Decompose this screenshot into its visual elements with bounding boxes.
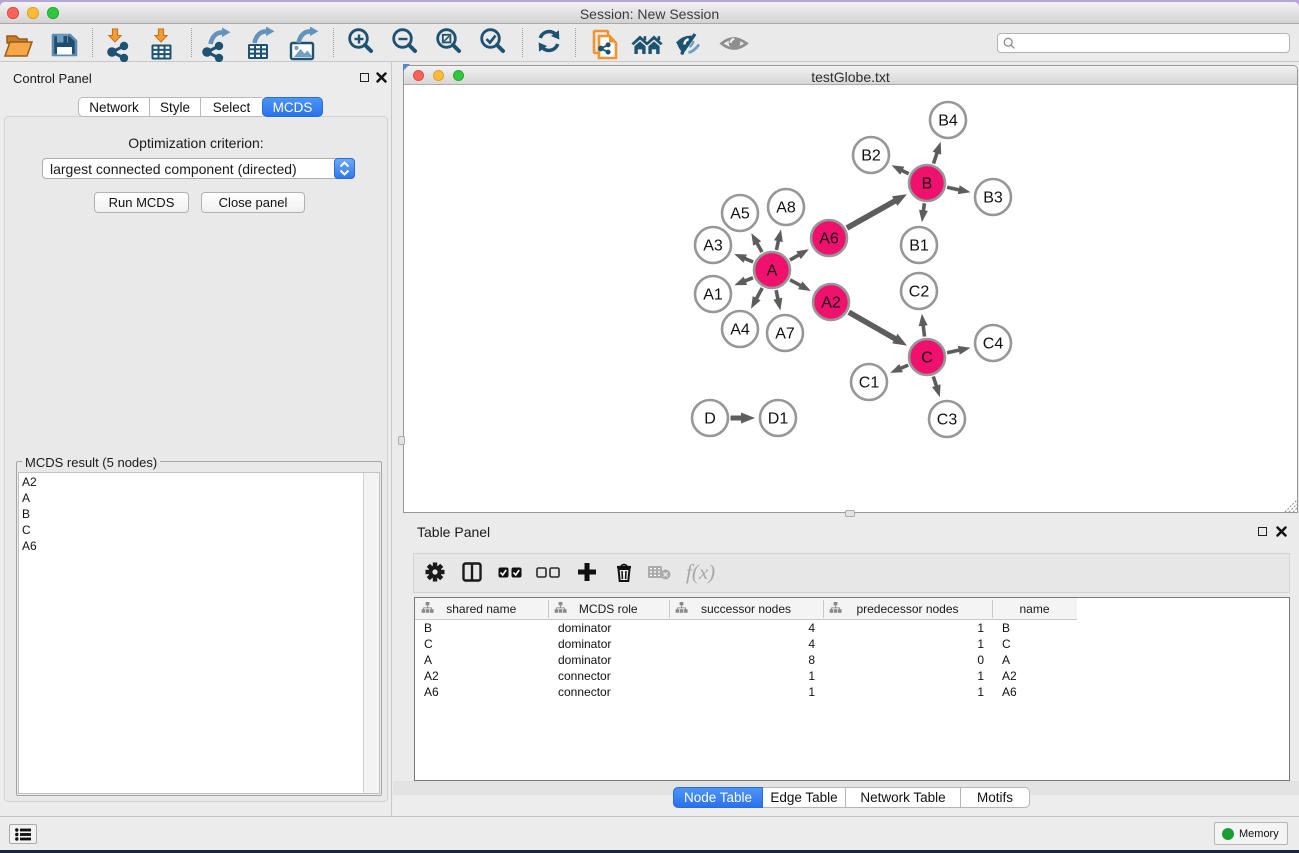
svg-text:A4: A4	[730, 322, 750, 339]
svg-text:C4: C4	[983, 336, 1004, 353]
svg-text:D1: D1	[768, 411, 789, 428]
svg-text:C2: C2	[909, 284, 930, 301]
svg-text:A8: A8	[776, 200, 796, 217]
svg-text:A5: A5	[730, 206, 750, 223]
svg-text:A: A	[767, 263, 778, 280]
svg-text:A3: A3	[703, 238, 723, 255]
svg-text:C3: C3	[937, 412, 958, 429]
svg-text:A6: A6	[819, 231, 839, 248]
svg-text:B1: B1	[909, 238, 929, 255]
svg-text:B4: B4	[938, 113, 958, 130]
svg-text:B3: B3	[983, 190, 1003, 207]
svg-text:A2: A2	[821, 295, 841, 312]
svg-text:A7: A7	[775, 326, 795, 343]
svg-text:C: C	[921, 350, 933, 367]
svg-text:B: B	[922, 176, 933, 193]
svg-text:B2: B2	[861, 148, 881, 165]
svg-text:A1: A1	[703, 287, 723, 304]
svg-text:C1: C1	[859, 375, 880, 392]
svg-text:D: D	[704, 411, 716, 428]
